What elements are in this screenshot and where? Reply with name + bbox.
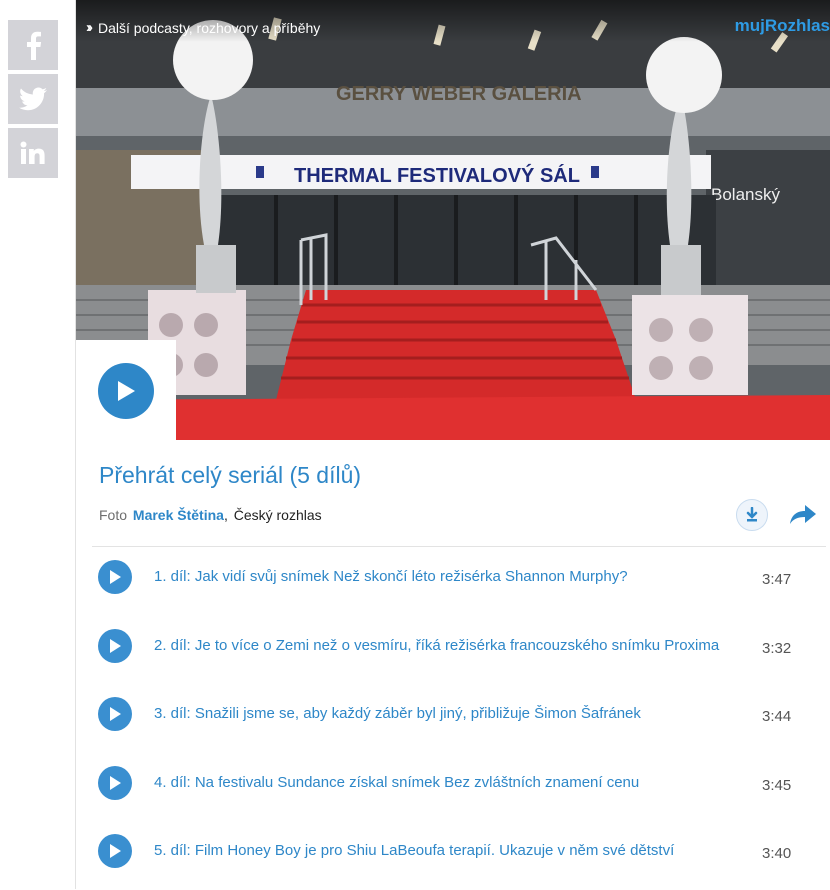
play-serial-title[interactable]: Přehrát celý seriál (5 dílů) bbox=[99, 462, 361, 489]
play-serial-button[interactable] bbox=[98, 363, 154, 419]
hero-top-bar: ›› Další podcasty, rozhovory a příběhy m… bbox=[76, 0, 830, 42]
episode-row[interactable]: 2. díl: Je to více o Zemi než o vesmíru,… bbox=[76, 616, 830, 685]
hero-photo: GERRY WEBER GALERIA Bolanský THERMAL FES… bbox=[76, 0, 830, 440]
episode-duration: 3:40 bbox=[762, 845, 792, 862]
hero-sign-upper: GERRY WEBER GALERIA bbox=[336, 83, 582, 105]
hero-sign-right: Bolanský bbox=[711, 185, 780, 204]
episode-play-button[interactable] bbox=[98, 628, 132, 663]
share-arrow-icon bbox=[790, 505, 816, 524]
episode-row[interactable]: 5. díl: Film Honey Boy je pro Shiu LaBeo… bbox=[76, 821, 830, 890]
episode-duration: 3:45 bbox=[762, 776, 792, 794]
play-icon bbox=[118, 381, 135, 401]
download-icon bbox=[746, 507, 758, 522]
brand-logo[interactable]: mujRozhlas bbox=[735, 16, 830, 36]
play-icon bbox=[110, 844, 121, 858]
episode-title[interactable]: 3. díl: Snažili jsme se, aby každý záběr… bbox=[154, 705, 729, 722]
episode-play-button[interactable] bbox=[98, 560, 132, 594]
play-icon bbox=[110, 707, 121, 721]
social-share-bar bbox=[8, 20, 58, 182]
hero-image: GERRY WEBER GALERIA Bolanský THERMAL FES… bbox=[76, 0, 830, 440]
publisher-name: Český rozhlas bbox=[233, 507, 322, 523]
episode-title[interactable]: 5. díl: Film Honey Boy je pro Shiu LaBeo… bbox=[154, 842, 729, 859]
linkedin-share-button[interactable] bbox=[8, 128, 58, 178]
episode-row[interactable]: 4. díl: Na festivalu Sundance získal sní… bbox=[76, 753, 830, 822]
episode-title[interactable]: 1. díl: Jak vidí svůj snímek Než skončí … bbox=[154, 568, 729, 585]
episode-duration: 3:32 bbox=[762, 639, 792, 657]
play-icon bbox=[110, 570, 121, 584]
photo-author-link[interactable]: Marek Štětina bbox=[133, 507, 224, 523]
big-play-container bbox=[76, 340, 176, 440]
episode-duration: 3:44 bbox=[762, 708, 792, 725]
more-podcasts-label: Další podcasty, rozhovory a příběhy bbox=[98, 19, 321, 36]
play-icon bbox=[110, 775, 121, 790]
episode-play-button[interactable] bbox=[98, 765, 132, 800]
hero-sign-main: THERMAL FESTIVALOVÝ SÁL bbox=[294, 163, 580, 187]
double-chevron-right-icon: ›› bbox=[86, 19, 93, 36]
facebook-icon bbox=[27, 31, 42, 60]
episode-row[interactable]: 3. díl: Snažili jsme se, aby každý záběr… bbox=[76, 684, 830, 753]
episode-list: 1. díl: Jak vidí svůj snímek Než skončí … bbox=[76, 547, 830, 890]
episode-row[interactable]: 1. díl: Jak vidí svůj snímek Než skončí … bbox=[76, 547, 830, 616]
episode-play-button[interactable] bbox=[98, 834, 132, 868]
episode-title[interactable]: 4. díl: Na festivalu Sundance získal sní… bbox=[154, 774, 729, 791]
facebook-share-button[interactable] bbox=[8, 20, 58, 70]
more-podcasts-link[interactable]: ›› Další podcasty, rozhovory a příběhy bbox=[86, 19, 320, 36]
episode-title[interactable]: 2. díl: Je to více o Zemi než o vesmíru,… bbox=[154, 637, 729, 654]
photo-credits: Foto Marek Štětina, Český rozhlas bbox=[99, 507, 322, 523]
play-icon bbox=[110, 638, 121, 653]
credit-label: Foto bbox=[99, 507, 128, 523]
linkedin-icon bbox=[20, 141, 45, 164]
download-button[interactable] bbox=[736, 499, 768, 531]
serial-player: GERRY WEBER GALERIA Bolanský THERMAL FES… bbox=[75, 0, 830, 889]
twitter-icon bbox=[19, 87, 47, 111]
twitter-share-button[interactable] bbox=[8, 74, 58, 124]
episode-play-button[interactable] bbox=[98, 697, 132, 731]
share-button[interactable] bbox=[788, 501, 818, 529]
episode-duration: 3:47 bbox=[762, 571, 792, 588]
